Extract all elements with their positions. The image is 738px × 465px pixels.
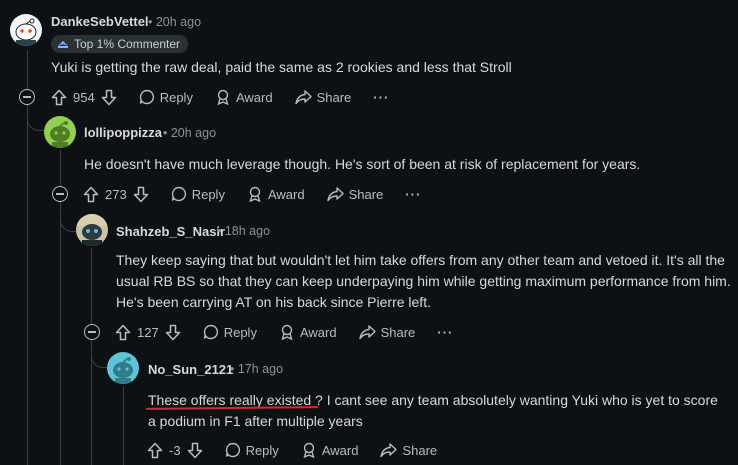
comment-actions: 273 Reply Award Share ··· xyxy=(83,182,443,206)
upvote-icon[interactable] xyxy=(115,324,131,341)
upvote-icon[interactable] xyxy=(147,442,163,459)
avatar-shahzeb-s-nasir[interactable] xyxy=(76,214,108,246)
award-icon xyxy=(279,324,295,340)
collapse-thread-button[interactable] xyxy=(52,186,68,202)
comment-author[interactable]: DankeSebVettel xyxy=(51,14,149,29)
reply-button[interactable]: Reply xyxy=(203,324,257,340)
share-icon xyxy=(294,89,312,105)
comment-time: • 17h ago xyxy=(230,362,284,376)
comment-bubble-icon xyxy=(171,186,187,202)
more-options-button[interactable]: ··· xyxy=(437,325,453,340)
vote-count: 954 xyxy=(73,89,95,105)
upvote-icon[interactable] xyxy=(51,89,67,106)
comment-actions: -3 Reply Award Share xyxy=(147,438,459,462)
comment-time: • 20h ago xyxy=(163,126,217,140)
downvote-icon[interactable] xyxy=(133,186,149,203)
snoo-avatar-icon xyxy=(76,214,108,246)
collapse-thread-button[interactable] xyxy=(84,324,100,340)
thread-line-1b xyxy=(27,104,28,465)
comment-time: • 18h ago xyxy=(217,224,271,238)
vote-controls: 127 xyxy=(115,324,181,341)
more-options-button[interactable]: ··· xyxy=(405,187,421,202)
award-icon xyxy=(215,89,231,105)
share-icon xyxy=(326,186,344,202)
vote-count: 127 xyxy=(137,324,159,340)
top-commenter-icon xyxy=(57,39,69,49)
thread-line-4 xyxy=(123,386,124,465)
thread-elbow-3 xyxy=(60,201,77,232)
award-icon xyxy=(301,442,317,458)
comment-author[interactable]: No_Sun_2121 xyxy=(148,362,233,377)
comment-bubble-icon xyxy=(139,89,155,105)
downvote-icon[interactable] xyxy=(165,324,181,341)
thread-elbow-2 xyxy=(27,104,46,131)
comment-time: • 20h ago xyxy=(148,15,202,29)
vote-controls: 273 xyxy=(83,186,149,203)
reply-button[interactable]: Reply xyxy=(225,442,279,458)
thread-line-3 xyxy=(91,248,92,324)
downvote-icon[interactable] xyxy=(101,89,117,106)
comment-author[interactable]: lollipoppizza xyxy=(84,125,162,140)
comment-author[interactable]: Shahzeb_S_Nasir xyxy=(116,224,225,239)
comment-bubble-icon xyxy=(203,324,219,340)
badge-label: Top 1% Commenter xyxy=(74,37,181,51)
snoo-avatar-icon xyxy=(113,357,133,384)
reply-button[interactable]: Reply xyxy=(139,89,193,105)
share-button[interactable]: Share xyxy=(326,186,383,202)
thread-line-1 xyxy=(27,50,28,90)
award-button[interactable]: Award xyxy=(301,442,358,458)
snoo-avatar-icon xyxy=(50,121,70,148)
comment-body: He doesn't have much leverage though. He… xyxy=(84,156,641,172)
thread-line-2b xyxy=(60,201,61,465)
share-button[interactable]: Share xyxy=(294,89,351,105)
thread-elbow-4 xyxy=(91,339,108,368)
award-button[interactable]: Award xyxy=(247,186,305,202)
vote-controls: 954 xyxy=(51,89,117,106)
share-icon xyxy=(358,324,376,340)
snoo-avatar-icon xyxy=(15,18,37,46)
comment-actions: 954 Reply Award Share ··· xyxy=(51,85,411,109)
thread-line-2 xyxy=(60,150,61,186)
downvote-icon[interactable] xyxy=(187,442,203,459)
vote-count: 273 xyxy=(105,186,127,202)
award-button[interactable]: Award xyxy=(215,89,273,105)
avatar-lollipoppizza[interactable] xyxy=(44,116,76,148)
vote-controls: -3 xyxy=(147,442,203,459)
reply-button[interactable]: Reply xyxy=(171,186,225,202)
award-icon xyxy=(247,186,263,202)
award-button[interactable]: Award xyxy=(279,324,337,340)
vote-count: -3 xyxy=(169,442,181,458)
comment-actions: 127 Reply Award Share ··· xyxy=(115,320,475,344)
avatar-dankesebvettel[interactable] xyxy=(10,14,42,46)
share-button[interactable]: Share xyxy=(380,442,437,458)
share-button[interactable]: Share xyxy=(358,324,415,340)
more-options-button[interactable]: ··· xyxy=(373,90,389,105)
comment-body: Yuki is getting the raw deal, paid the s… xyxy=(51,59,512,75)
collapse-thread-button[interactable] xyxy=(19,89,35,105)
upvote-icon[interactable] xyxy=(83,186,99,203)
top-commenter-badge: Top 1% Commenter xyxy=(51,35,189,53)
share-icon xyxy=(380,442,398,458)
comment-body: These offers really existed ? I cant see… xyxy=(148,390,728,432)
comment-body: They keep saying that but wouldn't let h… xyxy=(116,252,731,310)
avatar-no-sun-2121[interactable] xyxy=(107,352,139,384)
comment-bubble-icon xyxy=(225,442,241,458)
